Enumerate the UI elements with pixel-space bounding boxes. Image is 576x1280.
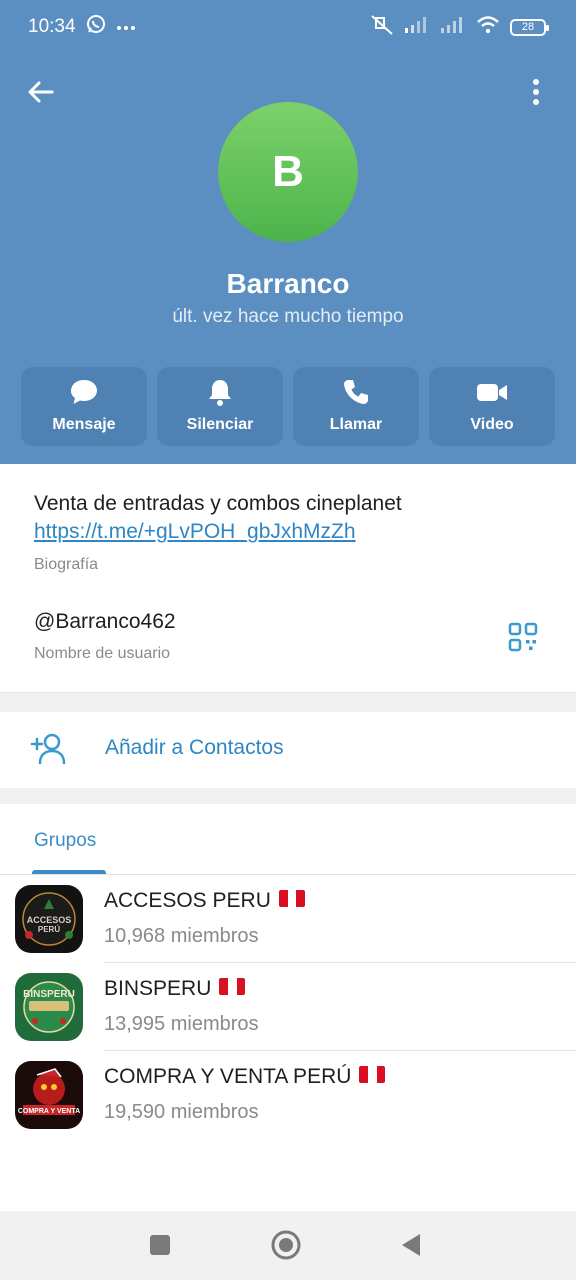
triangle-back-icon	[402, 1234, 420, 1256]
more-options-button[interactable]	[518, 74, 554, 110]
add-to-contacts-button[interactable]: Añadir a Contactos	[0, 712, 576, 788]
video-button[interactable]: Video	[429, 367, 555, 446]
list-item[interactable]: COMPRA Y VENTA COMPRA Y VENTA PERÚ 19,59…	[0, 1051, 576, 1139]
group-members: 19,590 miembros	[104, 1101, 259, 1123]
back-button[interactable]	[22, 74, 58, 110]
phone-icon	[344, 380, 368, 404]
profile-info-section: Venta de entradas y combos cineplanet ht…	[0, 464, 576, 692]
message-button[interactable]: Mensaje	[21, 367, 147, 446]
section-divider	[0, 788, 576, 804]
video-button-label: Video	[470, 416, 514, 433]
more-dots-icon	[116, 18, 136, 36]
bell-icon	[209, 380, 231, 406]
home-button[interactable]	[270, 1229, 302, 1261]
arrow-left-icon	[28, 81, 54, 103]
wifi-icon	[476, 16, 500, 39]
group-members: 13,995 miembros	[104, 1013, 259, 1035]
kebab-menu-icon	[533, 79, 539, 105]
list-item[interactable]: BINSPERU BINSPERU 13,995 miembros	[0, 963, 576, 1051]
call-button-label: Llamar	[329, 416, 383, 433]
signal-icon	[440, 16, 466, 39]
groups-list: ACCESOS PERÚ ACCESOS PERU 10,968 miembro…	[0, 875, 576, 1139]
chat-bubble-icon	[71, 380, 97, 404]
call-button[interactable]: Llamar	[293, 367, 419, 446]
qr-code-button[interactable]	[508, 622, 538, 652]
signal-icon	[404, 16, 430, 39]
bio-label: Biografía	[34, 556, 99, 573]
battery-icon: 28	[510, 19, 549, 36]
group-members: 10,968 miembros	[104, 925, 259, 947]
peru-flag-icon	[278, 890, 305, 907]
action-buttons: Mensaje Silenciar Llamar Video	[21, 367, 555, 446]
group-avatar: ACCESOS PERÚ	[15, 885, 83, 953]
group-name: BINSPERU	[104, 977, 246, 1001]
username[interactable]: @Barranco462	[34, 610, 176, 634]
mute-icon	[370, 14, 394, 41]
section-divider	[0, 692, 576, 712]
tab-groups[interactable]: Grupos	[34, 830, 96, 852]
group-name: COMPRA Y VENTA PERÚ	[104, 1065, 386, 1089]
peru-flag-icon	[219, 978, 246, 995]
profile-name: Barranco	[226, 268, 350, 299]
peru-flag-icon	[359, 1066, 386, 1083]
system-nav-bar	[0, 1211, 576, 1280]
group-name: ACCESOS PERU	[104, 889, 305, 913]
svg-text:COMPRA Y VENTA: COMPRA Y VENTA	[18, 1108, 80, 1115]
svg-text:PERÚ: PERÚ	[38, 925, 60, 934]
group-avatar: COMPRA Y VENTA	[15, 1061, 83, 1129]
avatar[interactable]: B	[218, 102, 358, 242]
mute-button-label: Silenciar	[186, 416, 254, 433]
username-label: Nombre de usuario	[34, 645, 171, 662]
group-avatar: BINSPERU	[15, 973, 83, 1041]
bio-text: Venta de entradas y combos cineplanet	[34, 492, 402, 515]
tab-groups-indicator	[32, 870, 106, 874]
status-bar: 10:34 28	[0, 0, 576, 56]
mute-button[interactable]: Silenciar	[157, 367, 283, 446]
add-user-icon	[30, 732, 68, 771]
last-seen-status: últ. vez hace mucho tiempo	[172, 306, 404, 327]
video-camera-icon	[477, 384, 507, 401]
message-button-label: Mensaje	[52, 416, 116, 433]
profile-header: 10:34 28 B Barranco últ. vez hace mucho …	[0, 0, 576, 464]
status-time: 10:34	[28, 16, 76, 37]
add-to-contacts-label: Añadir a Contactos	[105, 736, 284, 759]
svg-text:ACCESOS: ACCESOS	[27, 915, 72, 925]
back-nav-button[interactable]	[396, 1229, 428, 1261]
recents-button[interactable]	[144, 1229, 176, 1261]
qr-code-icon	[508, 622, 538, 652]
list-item[interactable]: ACCESOS PERÚ ACCESOS PERU 10,968 miembro…	[0, 875, 576, 963]
svg-text:BINSPERU: BINSPERU	[23, 989, 75, 1000]
bio-link[interactable]: https://t.me/+gLvPOH_gbJxhMzZh	[34, 520, 356, 544]
shared-tabs: Grupos	[0, 804, 576, 875]
square-icon	[150, 1235, 170, 1255]
whatsapp-icon	[86, 14, 106, 39]
circle-icon	[271, 1230, 301, 1260]
